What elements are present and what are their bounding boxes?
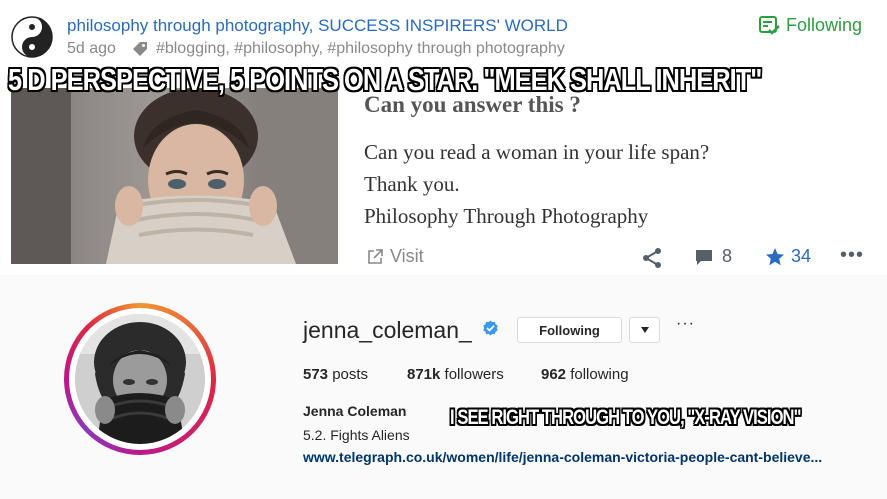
profile-website-link[interactable]: www.telegraph.co.uk/women/life/jenna-col…: [303, 449, 822, 465]
avatar: [75, 314, 205, 444]
meme-caption-bottom: I SEE RIGHT THROUGH TO YOU, "X-RAY VISIO…: [450, 406, 801, 429]
suggestions-dropdown-button[interactable]: [629, 317, 660, 343]
tag-icon: [132, 42, 147, 56]
post-age: 5d ago: [67, 40, 116, 57]
following-count: 962: [541, 366, 567, 383]
star-count: 34: [791, 246, 812, 266]
meme-caption-top: 5 D PERSPECTIVE, 5 POINTS ON A STAR. "ME…: [8, 62, 762, 97]
followers-label: followers: [444, 366, 504, 383]
star-button[interactable]: 34: [765, 246, 811, 267]
followers-count: 871k: [407, 366, 441, 383]
followers-stat[interactable]: 871k followers: [407, 366, 504, 383]
more-options-button[interactable]: •••: [840, 244, 864, 267]
profile-username: jenna_coleman_: [303, 317, 472, 343]
post-tags[interactable]: #blogging, #philosophy, #philosophy thro…: [156, 40, 565, 58]
posts-stat: 573 posts: [303, 366, 368, 383]
posts-label: posts: [332, 366, 369, 383]
visit-button[interactable]: Visit: [366, 246, 424, 267]
profile-options-button[interactable]: ···: [676, 315, 695, 333]
channel-title-link[interactable]: philosophy through photography, SUCCESS …: [67, 16, 568, 36]
posts-count: 573: [303, 366, 329, 383]
post-body-line: Philosophy Through Photography: [364, 204, 649, 228]
caret-down-icon: [640, 327, 649, 333]
woman-portrait-image: [11, 88, 338, 264]
following-label: Following: [786, 14, 863, 35]
following-stat[interactable]: 962 following: [541, 366, 629, 383]
avatar-story-ring[interactable]: [64, 303, 216, 455]
visit-label: Visit: [390, 246, 424, 266]
profile-photo-image: [75, 314, 205, 444]
comments-button[interactable]: 8: [694, 246, 732, 267]
profile-section: jenna_coleman_ Following ··· 573 posts 8…: [0, 275, 887, 499]
post-body-line: Thank you.: [364, 172, 460, 196]
post-body-line: Can you read a woman in your life span?: [364, 140, 710, 164]
post-image[interactable]: [11, 88, 338, 264]
post-card: philosophy through photography, SUCCESS …: [0, 0, 887, 275]
comment-count: 8: [722, 246, 733, 266]
following-toggle-button[interactable]: Following: [517, 317, 622, 343]
following-stat-label: following: [570, 366, 629, 383]
profile-bio: 5.2. Fights Aliens: [303, 427, 410, 443]
post-meta: 5d ago #blogging, #philosophy, #philosop…: [67, 40, 565, 58]
share-icon[interactable]: [641, 247, 663, 269]
verified-badge-icon: [483, 320, 498, 336]
profile-full-name: Jenna Coleman: [303, 403, 407, 419]
comment-icon: [696, 249, 712, 265]
star-icon: [766, 247, 784, 265]
external-link-icon: [368, 248, 383, 264]
yin-yang-icon[interactable]: [11, 16, 53, 58]
following-button[interactable]: Following: [758, 14, 862, 36]
check-list-icon: [759, 16, 780, 35]
